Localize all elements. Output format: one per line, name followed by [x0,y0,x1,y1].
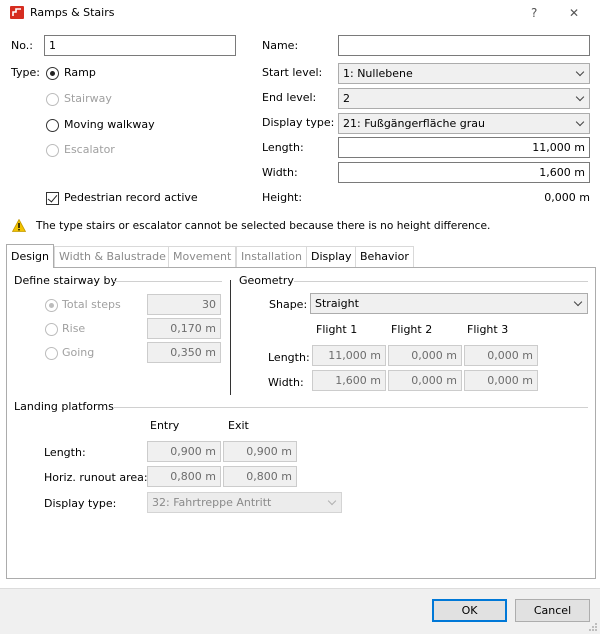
cancel-button[interactable]: Cancel [515,599,590,622]
window-title: Ramps & Stairs [30,6,115,19]
end-level-label: End level: [262,91,317,104]
entry-header: Entry [150,419,180,432]
length-input[interactable]: 11,000 m [338,137,590,158]
rise-label: Rise [62,322,86,335]
radio-ramp[interactable] [46,67,59,80]
define-stairway-title: Define stairway by [14,274,118,287]
runout-label: Horiz. runout area: [44,471,148,484]
shape-value: Straight [315,297,359,310]
total-steps-label: Total steps [62,298,121,311]
ok-button[interactable]: OK [432,599,507,622]
landing-length-exit-input: 0,900 m [223,441,297,462]
tab-behavior[interactable]: Behavior [355,246,414,267]
type-label: Type: [11,66,40,79]
landing-display-type-label: Display type: [44,497,117,510]
display-type-value: 21: Fußgängerfläche grau [343,117,485,130]
end-level-value: 2 [343,92,350,105]
app-icon [10,6,24,19]
length-label: Length: [262,141,304,154]
no-label: No.: [11,39,33,52]
total-steps-input: 30 [147,294,221,315]
radio-moving-walkway-label: Moving walkway [64,118,155,131]
landing-divider [114,407,588,408]
tab-display[interactable]: Display [306,246,357,267]
pedestrian-record-checkbox[interactable] [46,192,59,205]
display-type-label: Display type: [262,116,335,129]
warning-text: The type stairs or escalator cannot be s… [36,220,491,232]
chevron-down-icon [327,496,337,506]
landing-length-entry-input: 0,900 m [147,441,221,462]
runout-exit-input: 0,800 m [223,466,297,487]
flight-1-width-input: 1,600 m [312,370,386,391]
landing-display-type-value: 32: Fahrtreppe Antritt [152,496,272,509]
exit-header: Exit [228,419,249,432]
shape-select[interactable]: Straight [310,293,588,314]
name-input[interactable] [338,35,590,56]
going-input: 0,350 m [147,342,221,363]
chevron-down-icon [575,92,585,102]
geometry-width-label: Width: [268,376,304,389]
no-input[interactable]: 1 [44,35,236,56]
chevron-down-icon [573,297,583,307]
help-button[interactable]: ? [531,5,537,21]
tab-movement[interactable]: Movement [168,246,237,267]
radio-ramp-label: Ramp [64,66,96,79]
flight-3-length-input: 0,000 m [464,345,538,366]
geometry-title: Geometry [239,274,294,287]
shape-label: Shape: [269,298,308,311]
tab-installation[interactable]: Installation [236,246,307,267]
height-label: Height: [262,191,303,204]
end-level-select[interactable]: 2 [338,88,590,109]
flight-2-length-input: 0,000 m [388,345,462,366]
width-input[interactable]: 1,600 m [338,162,590,183]
close-button[interactable]: ✕ [569,5,579,21]
radio-rise [45,323,58,336]
height-value: 0,000 m [544,191,590,204]
width-label: Width: [262,166,298,179]
warning-icon [11,218,27,232]
radio-escalator [46,144,59,157]
flight-1-header: Flight 1 [316,323,358,336]
start-level-select[interactable]: 1: Nullebene [338,63,590,84]
geometry-divider [294,281,588,282]
flight-3-header: Flight 3 [467,323,509,336]
tab-width-balustrade[interactable]: Width & Balustrade [54,246,171,267]
start-level-value: 1: Nullebene [343,67,413,80]
radio-going [45,347,58,360]
chevron-down-icon [575,117,585,127]
radio-stairway-label: Stairway [64,92,112,105]
title-bar: Ramps & Stairs ? ✕ [0,0,600,26]
landing-display-type-select: 32: Fahrtreppe Antritt [147,492,342,513]
resize-grip-icon[interactable] [588,622,598,632]
button-bar [0,588,600,634]
landing-title: Landing platforms [14,400,114,413]
flight-1-length-input: 11,000 m [312,345,386,366]
rise-input: 0,170 m [147,318,221,339]
section-separator [230,280,231,395]
tab-design[interactable]: Design [6,244,54,268]
landing-length-label: Length: [44,446,86,459]
display-type-select[interactable]: 21: Fußgängerfläche grau [338,113,590,134]
define-divider [114,281,222,282]
flight-2-width-input: 0,000 m [388,370,462,391]
pedestrian-record-label: Pedestrian record active [64,191,198,204]
flight-3-width-input: 0,000 m [464,370,538,391]
geometry-length-label: Length: [268,351,310,364]
radio-stairway [46,93,59,106]
radio-total-steps [45,299,58,312]
start-level-label: Start level: [262,66,323,79]
chevron-down-icon [575,67,585,77]
radio-moving-walkway[interactable] [46,119,59,132]
flight-2-header: Flight 2 [391,323,433,336]
radio-escalator-label: Escalator [64,143,115,156]
runout-entry-input: 0,800 m [147,466,221,487]
name-label: Name: [262,39,299,52]
going-label: Going [62,346,95,359]
